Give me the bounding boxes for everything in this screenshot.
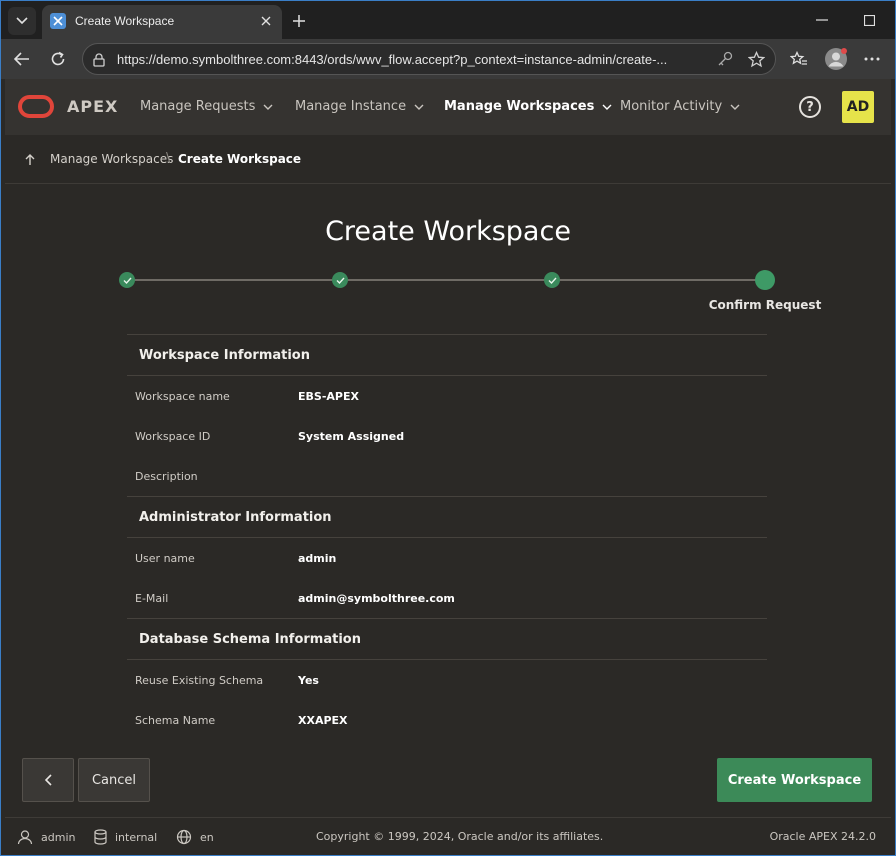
status-user-label: admin — [41, 830, 76, 844]
summary-row: E-Mail admin@symbolthree.com — [127, 578, 767, 618]
summary-row: Description — [127, 456, 767, 496]
apex-favicon-icon — [50, 13, 66, 29]
status-user[interactable]: admin — [17, 829, 75, 845]
row-label: User name — [135, 551, 195, 565]
url-text: https://demo.symbolthree.com:8443/ords/w… — [117, 52, 668, 67]
favorite-star-icon[interactable] — [747, 50, 766, 72]
summary-row: Schema Name XXAPEX — [127, 700, 767, 740]
breadcrumb-separator: \ — [166, 151, 171, 166]
menu-label: Monitor Activity — [620, 99, 723, 114]
row-value: EBS-APEX — [298, 389, 359, 403]
tab-strip: Create Workspace — [1, 1, 895, 39]
wizard-step-complete — [544, 272, 560, 288]
oracle-logo-icon[interactable] — [18, 95, 54, 118]
row-value: System Assigned — [298, 429, 405, 443]
section-heading: Database Schema Information — [127, 618, 767, 660]
menu-label: Manage Requests — [140, 99, 256, 114]
tab-list-button[interactable] — [8, 7, 36, 35]
chevron-down-icon — [414, 104, 424, 110]
browser-tab[interactable]: Create Workspace — [42, 5, 282, 39]
menu-manage-instance[interactable]: Manage Instance — [295, 99, 424, 114]
row-label: Reuse Existing Schema — [135, 673, 264, 687]
section-heading: Administrator Information — [127, 496, 767, 538]
breadcrumb-parent-link[interactable]: Manage Workspaces — [50, 152, 173, 166]
row-label: E-Mail — [135, 591, 169, 605]
row-label: Workspace ID — [135, 429, 211, 443]
summary-region: Workspace Information Workspace name EBS… — [127, 334, 767, 741]
menu-monitor-activity[interactable]: Monitor Activity — [620, 99, 740, 114]
section-heading: Workspace Information — [127, 334, 767, 376]
wizard-progress-track — [127, 279, 767, 281]
summary-row: Workspace name EBS-APEX — [127, 376, 767, 416]
row-label: Workspace name — [135, 389, 230, 403]
checkmark-icon — [548, 277, 557, 284]
chevron-down-icon — [602, 104, 612, 110]
previous-button[interactable] — [22, 758, 74, 802]
chevron-down-icon — [263, 104, 273, 110]
lock-icon — [93, 52, 105, 71]
wizard-step-current — [755, 270, 775, 290]
globe-icon — [176, 829, 192, 845]
profile-avatar-icon[interactable] — [821, 45, 851, 73]
app-logo-text[interactable]: APEX — [67, 97, 118, 116]
row-value: admin@symbolthree.com — [298, 591, 455, 605]
checkmark-icon — [336, 277, 345, 284]
status-bar: admin internal en Copyright © 1999, 2024… — [5, 817, 891, 853]
create-workspace-button[interactable]: Create Workspace — [717, 758, 872, 802]
breadcrumb-current: Create Workspace — [178, 152, 302, 166]
copyright-text: Copyright © 1999, 2024, Oracle and/or it… — [316, 830, 604, 843]
row-label: Description — [135, 469, 198, 483]
refresh-icon[interactable] — [43, 45, 73, 73]
status-database[interactable]: internal — [94, 829, 157, 845]
apex-header: APEX Manage Requests Manage Instance Man… — [5, 79, 891, 135]
cancel-button[interactable]: Cancel — [78, 758, 150, 802]
user-avatar[interactable]: AD — [842, 91, 874, 123]
status-language-label: en — [200, 830, 214, 844]
menu-label: Manage Instance — [295, 99, 407, 114]
tab-close-icon[interactable] — [258, 13, 274, 29]
version-text: Oracle APEX 24.2.0 — [769, 830, 876, 843]
summary-row: Reuse Existing Schema Yes — [127, 660, 767, 700]
status-language[interactable]: en — [176, 829, 214, 845]
up-arrow-icon[interactable] — [25, 151, 35, 170]
summary-row: User name admin — [127, 538, 767, 578]
key-icon[interactable] — [717, 51, 733, 71]
wizard-step-complete — [332, 272, 348, 288]
minimize-icon[interactable] — [799, 5, 845, 35]
favorites-icon[interactable] — [784, 45, 814, 73]
tab-title: Create Workspace — [75, 14, 175, 28]
status-database-label: internal — [115, 830, 158, 844]
wizard-step-complete — [119, 272, 135, 288]
row-label: Schema Name — [135, 713, 216, 727]
database-icon — [94, 829, 107, 845]
row-value: XXAPEX — [298, 713, 348, 727]
menu-manage-workspaces[interactable]: Manage Workspaces — [444, 99, 612, 114]
address-bar: https://demo.symbolthree.com:8443/ords/w… — [1, 39, 895, 79]
page-title: Create Workspace — [325, 216, 571, 247]
help-icon[interactable]: ? — [799, 96, 821, 118]
chevron-left-icon — [44, 774, 52, 786]
menu-manage-requests[interactable]: Manage Requests — [140, 99, 273, 114]
row-value: Yes — [298, 673, 319, 687]
chevron-down-icon — [730, 104, 740, 110]
summary-row: Workspace ID System Assigned — [127, 416, 767, 456]
wizard-step-label: Confirm Request — [708, 298, 822, 312]
checkmark-icon — [123, 277, 132, 284]
breadcrumb: Manage Workspaces \ Create Workspace — [5, 135, 891, 184]
new-tab-plus-icon[interactable] — [288, 10, 310, 32]
browser-window: Create Workspace https://demo.symbolthre… — [0, 0, 896, 856]
maximize-icon[interactable] — [846, 5, 892, 35]
back-arrow-icon[interactable] — [7, 45, 37, 73]
more-options-icon[interactable] — [857, 45, 887, 73]
url-input[interactable]: https://demo.symbolthree.com:8443/ords/w… — [82, 43, 776, 75]
user-icon — [17, 830, 33, 845]
chevron-down-icon — [16, 17, 28, 25]
menu-label: Manage Workspaces — [444, 99, 595, 114]
row-value: admin — [298, 551, 337, 565]
